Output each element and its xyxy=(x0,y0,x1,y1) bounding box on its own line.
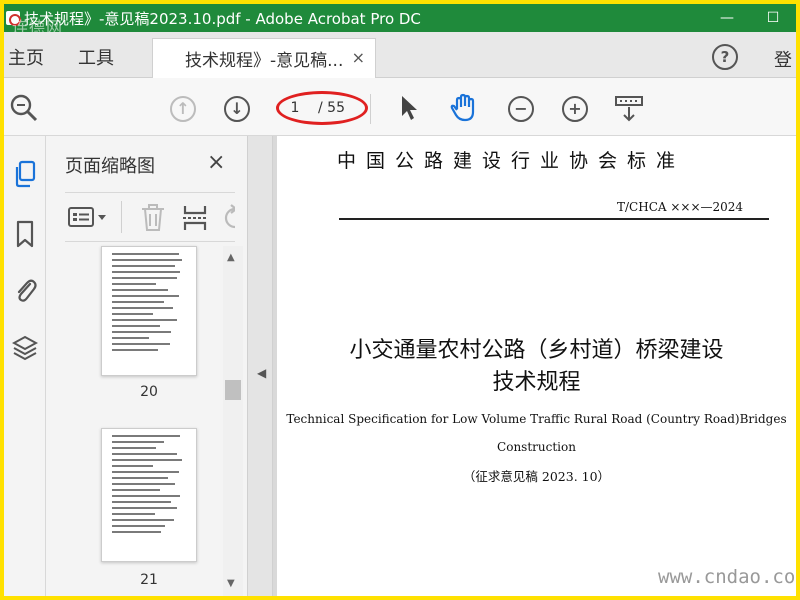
toolbar: ↑ ↓ / 55 − + xyxy=(4,78,796,136)
title-bar: 技术规程》-意见稿2023.10.pdf - Adobe Acrobat Pro… xyxy=(4,4,796,32)
tab-home[interactable]: 主页 xyxy=(8,44,44,70)
header-rule xyxy=(339,218,769,220)
document-title-line-1: 小交通量农村公路（乡村道）桥梁建设 xyxy=(349,338,724,363)
scroll-down-icon[interactable]: ▼ xyxy=(227,578,235,589)
organization-header: 中国公路建设行业协会标准 xyxy=(337,150,686,172)
document-page: 中国公路建设行业协会标准 T/CHCA ×××—2024 小交通量农村公路（乡村… xyxy=(277,136,796,596)
minimize-button[interactable]: — xyxy=(704,4,750,32)
document-title-line-2: 技术规程 xyxy=(492,370,581,395)
thumbnail-label-20: 20 xyxy=(140,384,158,400)
acrobat-window: 技术规程》-意见稿2023.10.pdf - Adobe Acrobat Pro… xyxy=(4,4,796,596)
tab-tools[interactable]: 工具 xyxy=(78,44,114,70)
close-tab-button[interactable]: × xyxy=(352,48,365,67)
maximize-button[interactable]: ☐ xyxy=(750,4,796,32)
thumbnail-panel: 页面缩略图 × 20 21 ▲ ▼ xyxy=(47,136,247,596)
layers-icon[interactable] xyxy=(11,334,39,362)
login-button[interactable]: 登 xyxy=(774,46,792,72)
bookmark-icon[interactable] xyxy=(12,220,38,248)
toolbar-divider xyxy=(370,94,371,124)
zoom-out-icon[interactable]: − xyxy=(508,96,534,122)
select-cursor-icon[interactable] xyxy=(398,94,420,126)
standard-number: T/CHCA ×××—2024 xyxy=(617,200,744,214)
tab-document[interactable]: 技术规程》-意见稿... × xyxy=(152,38,376,78)
draft-note: （征求意见稿 2023. 10） xyxy=(462,469,611,484)
insert-page-icon[interactable] xyxy=(181,203,209,237)
panel-toolbar xyxy=(65,192,235,242)
next-page-icon[interactable]: ↓ xyxy=(224,96,250,122)
page-thumbnail-20[interactable] xyxy=(101,246,197,376)
trash-icon[interactable] xyxy=(139,203,167,237)
close-panel-button[interactable]: × xyxy=(207,150,225,175)
english-title-line-2: Construction xyxy=(497,440,576,454)
window-controls: — ☐ xyxy=(704,4,796,32)
rotate-page-icon[interactable] xyxy=(221,203,235,233)
page-thumbnails-icon[interactable] xyxy=(12,160,38,188)
zoom-in-icon[interactable]: + xyxy=(562,96,588,122)
document-view[interactable]: 中国公路建设行业协会标准 T/CHCA ×××—2024 小交通量农村公路（乡村… xyxy=(273,136,796,596)
panel-tool-divider xyxy=(121,201,122,233)
thumbnail-options-icon[interactable] xyxy=(67,205,111,235)
left-rail xyxy=(4,136,46,596)
help-icon[interactable]: ? xyxy=(712,44,738,70)
previous-page-icon[interactable]: ↑ xyxy=(170,96,196,122)
tab-bar: 主页 工具 技术规程》-意见稿... × ? 登 xyxy=(4,32,796,78)
scrollbar-thumb[interactable] xyxy=(225,380,241,400)
thumbnail-scrollbar[interactable]: ▲ ▼ xyxy=(223,246,243,596)
panel-splitter[interactable]: ◀ xyxy=(247,136,273,596)
scroll-up-icon[interactable]: ▲ xyxy=(227,252,235,263)
watermark-bottom: www.cndao.com xyxy=(658,566,796,588)
tab-document-label: 技术规程》-意见稿... xyxy=(185,51,344,71)
page-thumbnail-21[interactable] xyxy=(101,428,197,562)
thumbnail-label-21: 21 xyxy=(140,572,158,588)
thumbnail-text-lines xyxy=(112,435,186,537)
hand-tool-icon[interactable] xyxy=(448,92,480,128)
attachment-icon[interactable] xyxy=(12,276,38,304)
annotation-ellipse xyxy=(276,91,368,125)
search-icon[interactable] xyxy=(8,92,40,128)
thumbnail-text-lines xyxy=(112,253,186,355)
window-title: 技术规程》-意见稿2023.10.pdf - Adobe Acrobat Pro… xyxy=(24,9,421,28)
page-display-icon[interactable] xyxy=(614,94,644,128)
collapse-panel-icon[interactable]: ◀ xyxy=(257,366,266,380)
panel-title: 页面缩略图 xyxy=(65,156,155,177)
english-title-line-1: Technical Specification for Low Volume T… xyxy=(286,412,787,426)
